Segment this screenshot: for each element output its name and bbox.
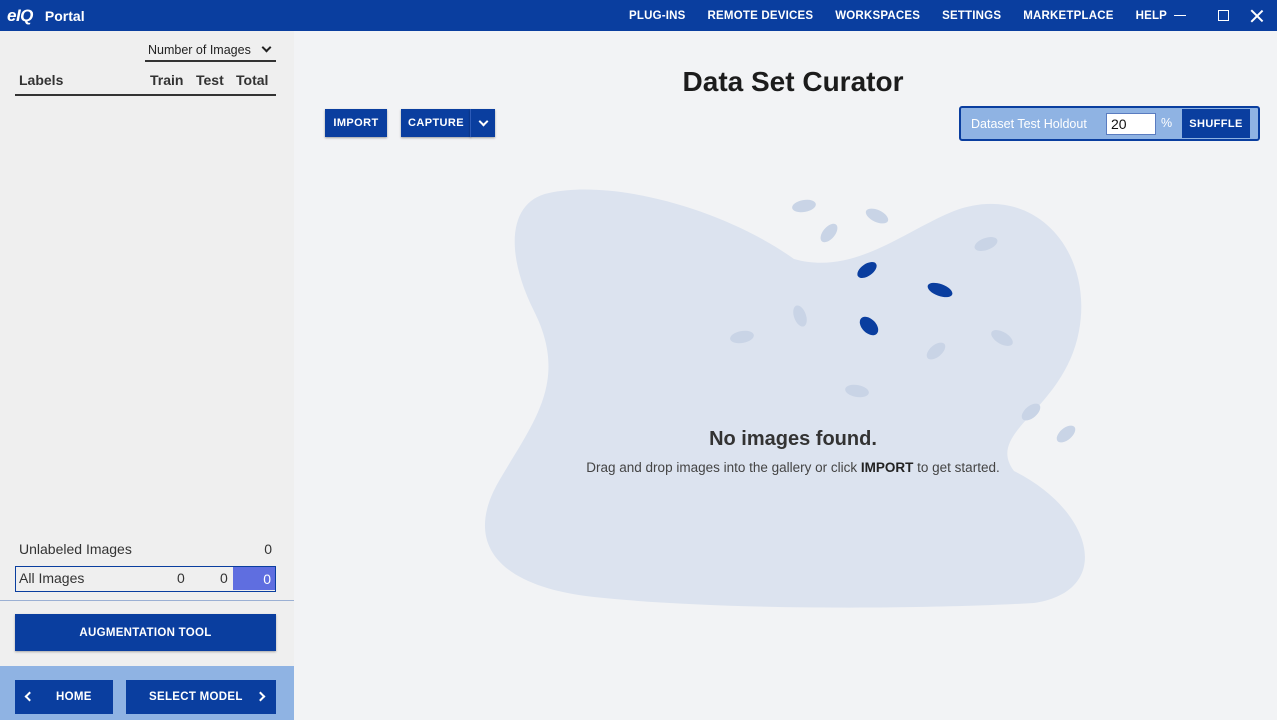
column-labels: Labels bbox=[19, 72, 64, 88]
test-holdout-panel: Dataset Test Holdout % SHUFFLE bbox=[959, 106, 1260, 141]
page-title: Data Set Curator bbox=[682, 66, 904, 97]
home-button-label: HOME bbox=[56, 691, 92, 703]
empty-gallery-illustration bbox=[484, 189, 1085, 608]
all-images-row[interactable]: All Images 0 0 0 bbox=[15, 566, 276, 592]
chevron-left-icon bbox=[24, 691, 35, 702]
all-images-test: 0 bbox=[220, 570, 228, 586]
column-test: Test bbox=[196, 72, 224, 88]
holdout-unit: % bbox=[1161, 116, 1173, 130]
unlabeled-images-label: Unlabeled Images bbox=[19, 541, 132, 557]
nav-remote-devices[interactable]: REMOTE DEVICES bbox=[697, 10, 825, 22]
all-images-train: 0 bbox=[177, 570, 185, 586]
title-bar: eIQ Portal PLUG-INS REMOTE DEVICES WORKS… bbox=[0, 0, 1277, 31]
capture-dropdown-button[interactable] bbox=[470, 109, 495, 137]
home-button[interactable]: HOME bbox=[15, 680, 113, 714]
main-area: Data Set Curator IMPORT CAPTURE Dataset … bbox=[294, 31, 1277, 720]
close-button[interactable] bbox=[1237, 0, 1277, 31]
minimize-icon bbox=[1174, 14, 1186, 17]
brand: eIQ Portal bbox=[0, 0, 85, 31]
nav-settings[interactable]: SETTINGS bbox=[931, 10, 1012, 22]
chevron-down-icon bbox=[261, 42, 272, 53]
select-model-button[interactable]: SELECT MODEL bbox=[126, 680, 276, 714]
chevron-right-icon bbox=[255, 691, 266, 702]
sort-select-value: Number of Images bbox=[148, 42, 251, 57]
column-train: Train bbox=[150, 72, 184, 88]
nav-marketplace[interactable]: MARKETPLACE bbox=[1012, 10, 1124, 22]
close-icon bbox=[1250, 9, 1264, 23]
shuffle-button[interactable]: SHUFFLE bbox=[1182, 109, 1250, 138]
hint-text-start: Drag and drop images into the gallery or… bbox=[586, 460, 861, 475]
sort-select[interactable]: Number of Images bbox=[145, 39, 276, 62]
hint-text-end: to get started. bbox=[913, 460, 1000, 475]
maximize-icon bbox=[1217, 10, 1229, 21]
nav-workspaces[interactable]: WORKSPACES bbox=[824, 10, 931, 22]
leaf-icon bbox=[820, 223, 838, 243]
minimize-button[interactable] bbox=[1160, 0, 1200, 31]
label-table-header: Labels Train Test Total bbox=[15, 69, 276, 96]
augmentation-tool-button[interactable]: AUGMENTATION TOOL bbox=[15, 614, 276, 651]
empty-state-hint: Drag and drop images into the gallery or… bbox=[294, 460, 1277, 475]
nav-plug-ins[interactable]: PLUG-INS bbox=[618, 10, 697, 22]
blob-shape bbox=[484, 189, 1085, 608]
label-sidebar: Number of Images Labels Train Test Total… bbox=[0, 31, 294, 720]
app-name: Portal bbox=[44, 7, 85, 24]
chevron-down-icon bbox=[478, 116, 488, 126]
all-images-label: All Images bbox=[19, 570, 85, 586]
hint-import-emphasis: IMPORT bbox=[860, 460, 914, 475]
sidebar-bottom-bar: HOME SELECT MODEL bbox=[0, 666, 294, 720]
top-nav: PLUG-INS REMOTE DEVICES WORKSPACES SETTI… bbox=[618, 0, 1178, 31]
unlabeled-images-total: 0 bbox=[264, 541, 272, 557]
all-images-total: 0 bbox=[233, 567, 275, 590]
select-model-label: SELECT MODEL bbox=[149, 691, 243, 703]
eiq-logo: eIQ bbox=[7, 5, 33, 25]
holdout-label: Dataset Test Holdout bbox=[971, 117, 1087, 131]
capture-button[interactable]: CAPTURE bbox=[401, 109, 471, 137]
leaf-icon bbox=[792, 199, 816, 213]
empty-state-title: No images found. bbox=[709, 428, 877, 450]
unlabeled-images-row[interactable]: Unlabeled Images 0 bbox=[15, 537, 276, 563]
column-total: Total bbox=[236, 72, 269, 88]
import-button[interactable]: IMPORT bbox=[325, 109, 387, 137]
leaf-icon bbox=[865, 208, 889, 224]
holdout-percent-input[interactable] bbox=[1106, 113, 1156, 135]
sidebar-divider bbox=[0, 600, 294, 601]
